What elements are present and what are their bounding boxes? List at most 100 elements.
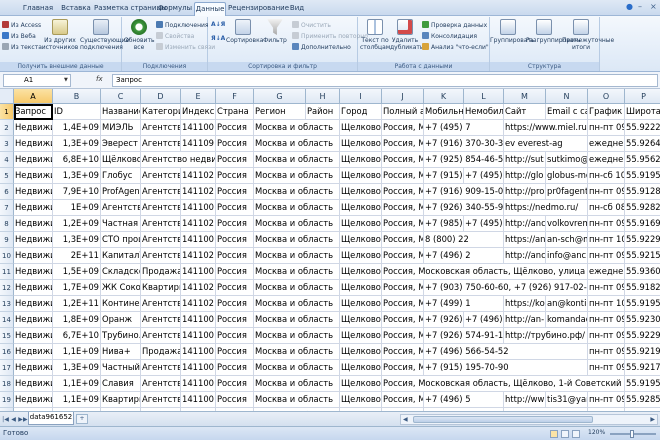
table-cell[interactable]: 8 (800) 22 xyxy=(424,232,504,248)
table-cell[interactable]: 141102 xyxy=(181,216,216,232)
table-cell[interactable]: Агентство xyxy=(141,360,181,376)
table-cell[interactable]: an-sch@m xyxy=(546,232,588,248)
header-cell[interactable]: График xyxy=(588,104,625,120)
table-cell[interactable]: Щелково xyxy=(340,120,382,136)
table-cell[interactable]: +7 (903) 750-60-60, +7 (926) 917-02-27 xyxy=(424,280,588,296)
table-cell[interactable]: +7 (496) 5 xyxy=(424,392,504,408)
table-cell[interactable]: Агентство xyxy=(141,248,181,264)
table-cell[interactable]: 55.92191 xyxy=(625,344,660,360)
row-header[interactable]: 12 xyxy=(0,280,14,296)
table-cell[interactable]: Москва и область xyxy=(254,328,340,344)
table-cell[interactable]: sutkimo@ xyxy=(546,152,588,168)
table-cell[interactable]: +7 (915) 0 xyxy=(424,168,464,184)
name-box[interactable]: A1 xyxy=(3,74,71,87)
normal-view-icon[interactable] xyxy=(550,430,558,438)
header-cell[interactable]: Страна xyxy=(216,104,254,120)
table-cell[interactable]: Россия, Московская xyxy=(382,168,424,184)
prev-sheet-icon[interactable]: ◀ xyxy=(10,415,17,424)
row-header[interactable]: 16 xyxy=(0,344,14,360)
table-cell[interactable]: Щелково xyxy=(340,232,382,248)
table-cell[interactable]: +7 (985) 2 xyxy=(424,216,464,232)
refresh-all-button[interactable]: Обновить все xyxy=(124,19,154,51)
table-cell[interactable]: Россия xyxy=(216,392,254,408)
table-cell[interactable]: Россия, Московская xyxy=(382,392,424,408)
properties-button[interactable]: Свойства xyxy=(156,32,194,41)
table-cell[interactable]: Оранж xyxy=(101,312,141,328)
row-header[interactable]: 1 xyxy=(0,104,14,120)
table-cell[interactable]: 1,5E+09 xyxy=(53,264,101,280)
tab-review[interactable]: Рецензирование xyxy=(228,2,289,16)
scroll-right-icon[interactable]: ▶ xyxy=(650,415,655,424)
name-box-dropdown-icon[interactable]: ▼ xyxy=(64,77,68,83)
column-header-p[interactable]: P xyxy=(625,89,660,104)
table-cell[interactable]: Недвижи xyxy=(14,344,53,360)
table-cell[interactable]: http://pro xyxy=(504,184,546,200)
table-cell[interactable]: Россия xyxy=(216,168,254,184)
table-cell[interactable]: +7 (915) 195-70-90 xyxy=(424,360,588,376)
table-cell[interactable]: 1,4E+09 xyxy=(53,120,101,136)
tab-home[interactable]: Главная xyxy=(18,2,58,16)
table-cell[interactable]: Недвижи xyxy=(14,232,53,248)
table-cell[interactable]: Россия xyxy=(216,360,254,376)
table-cell[interactable]: pr0fagent xyxy=(546,184,588,200)
table-cell[interactable]: 141100 xyxy=(181,328,216,344)
table-cell[interactable]: Россия, Московская xyxy=(382,360,424,376)
table-cell[interactable]: 55.92290 xyxy=(625,328,660,344)
table-cell[interactable]: ev everest-ag xyxy=(504,136,588,152)
table-cell[interactable]: +7 (916) 909-15-08 xyxy=(424,184,504,200)
row-header[interactable]: 10 xyxy=(0,248,14,264)
table-cell[interactable]: 55.91955 xyxy=(625,296,660,312)
column-header-d[interactable]: D xyxy=(141,89,181,104)
sort-za-button[interactable]: Я↓А xyxy=(211,35,225,44)
column-header-i[interactable]: I xyxy=(340,89,382,104)
table-cell[interactable]: Щелково xyxy=(340,200,382,216)
table-cell[interactable]: Москва и область xyxy=(254,296,340,312)
table-cell[interactable]: Агентство xyxy=(141,376,181,392)
table-cell[interactable]: Частный xyxy=(101,360,141,376)
group-button[interactable]: Группировать xyxy=(490,19,535,44)
table-cell[interactable]: Россия xyxy=(216,200,254,216)
table-cell[interactable]: Москва и область xyxy=(254,408,340,411)
table-cell[interactable]: Недвижи xyxy=(14,280,53,296)
table-cell[interactable]: https://an xyxy=(504,232,546,248)
table-cell[interactable]: Россия xyxy=(216,344,254,360)
table-cell[interactable]: Россия xyxy=(216,184,254,200)
table-cell[interactable]: http://anc xyxy=(504,216,546,232)
column-header-e[interactable]: E xyxy=(181,89,216,104)
table-cell[interactable]: МИЭЛЬ xyxy=(101,120,141,136)
table-cell[interactable]: ProfAgent xyxy=(101,184,141,200)
header-cell[interactable]: Широта xyxy=(625,104,660,120)
from-access-button[interactable]: Из Access xyxy=(2,21,41,30)
table-cell[interactable]: 6,7E+10 xyxy=(53,328,101,344)
table-cell[interactable]: пн-пт 09:0 xyxy=(588,216,625,232)
table-cell[interactable]: 141100 xyxy=(181,232,216,248)
table-cell[interactable]: Агентство xyxy=(141,312,181,328)
table-cell[interactable]: Москва и область xyxy=(254,248,340,264)
table-cell[interactable]: +7 (499) 1 xyxy=(424,296,504,312)
table-cell[interactable]: Россия, Московская xyxy=(382,200,424,216)
table-cell[interactable]: volkovrem xyxy=(546,216,588,232)
table-cell[interactable]: http://трубино.рф/ xyxy=(504,328,588,344)
table-cell[interactable]: Щелково xyxy=(340,168,382,184)
table-cell[interactable]: пн-пт 09:0 xyxy=(588,360,625,376)
table-cell[interactable]: Продажа и аренда xyxy=(141,344,181,360)
row-header[interactable]: 5 xyxy=(0,168,14,184)
table-cell[interactable]: 1,1E+09 xyxy=(53,392,101,408)
table-cell[interactable]: 141100 xyxy=(181,344,216,360)
table-cell[interactable]: Агентство xyxy=(141,184,181,200)
table-cell[interactable]: 55.93602 xyxy=(625,264,660,280)
table-cell[interactable]: Щелково xyxy=(340,360,382,376)
table-cell[interactable]: пн-пт 09:0 xyxy=(588,248,625,264)
table-cell[interactable]: Москва и область xyxy=(254,280,340,296)
table-cell[interactable]: 141100 xyxy=(181,312,216,328)
table-cell[interactable]: Континент xyxy=(101,296,141,312)
row-header[interactable]: 9 xyxy=(0,232,14,248)
table-cell[interactable]: Недвижи xyxy=(14,200,53,216)
table-cell[interactable]: 55.91955 xyxy=(625,376,660,392)
table-cell[interactable]: Продажа и аренда xyxy=(141,264,181,280)
table-cell[interactable]: Славия xyxy=(101,376,141,392)
table-cell[interactable]: Недвижи xyxy=(14,216,53,232)
table-cell[interactable]: 55.92305 xyxy=(625,312,660,328)
table-cell[interactable]: Эверест xyxy=(101,136,141,152)
table-cell[interactable]: Москва и область xyxy=(254,120,340,136)
